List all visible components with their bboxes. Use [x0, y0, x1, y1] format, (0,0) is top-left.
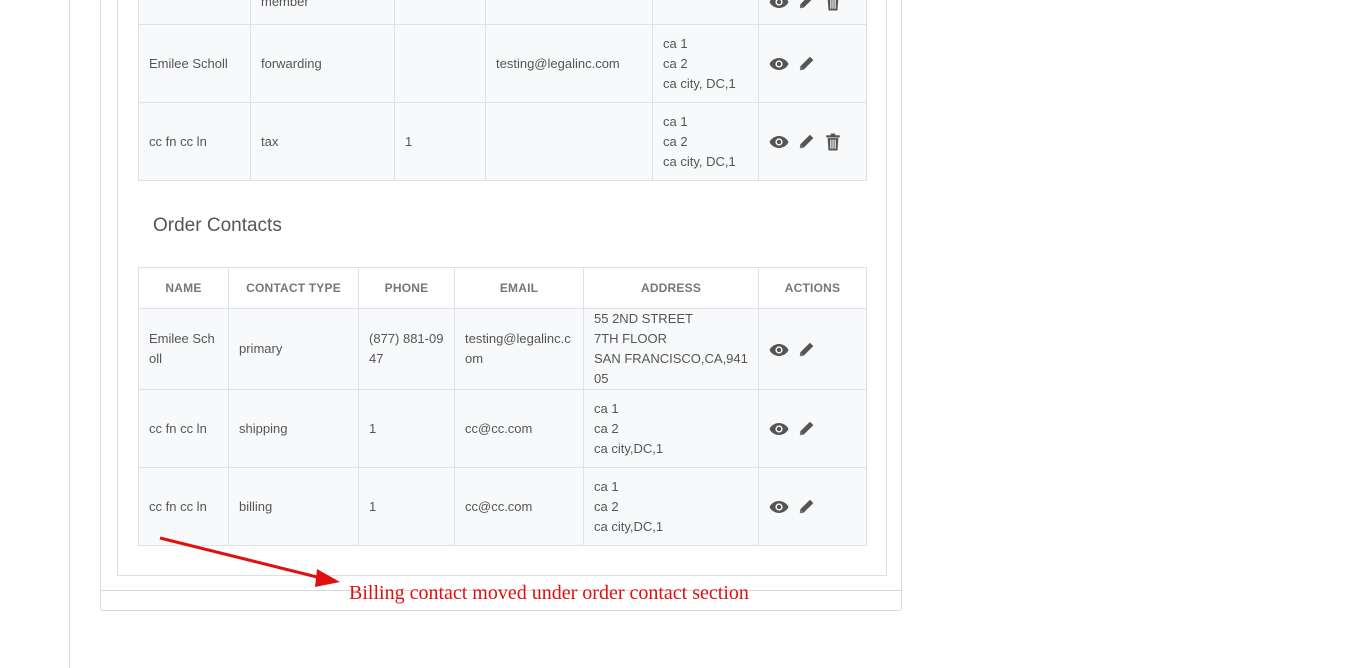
- address-line: ca 2: [594, 420, 619, 436]
- contact-type-cell: member: [250, 0, 395, 25]
- edit-icon[interactable]: [796, 0, 816, 11]
- address-line: ca 2: [663, 55, 688, 71]
- contact-email-cell: testing@legalinc.com: [454, 308, 584, 390]
- contact-type-cell: primary: [228, 308, 359, 390]
- address-line: ca 2: [663, 133, 688, 149]
- edit-icon[interactable]: [796, 55, 816, 73]
- address-line: 7TH FLOOR: [594, 331, 667, 346]
- edit-icon[interactable]: [796, 341, 816, 359]
- table-row: Emilee Scholl primary (877) 881-0947 testin…: [138, 308, 867, 390]
- contact-actions-cell: [758, 467, 867, 546]
- contact-phone-cell: 1: [358, 389, 455, 468]
- column-header-contact-type[interactable]: CONTACT TYPE: [228, 267, 359, 309]
- edit-icon[interactable]: [796, 133, 816, 151]
- contact-address-cell: [652, 0, 759, 25]
- contact-email-cell: cc@cc.com: [454, 389, 584, 468]
- contact-name-cell: Emilee Scholl: [138, 24, 251, 103]
- contact-phone-cell: (877) 881-0947: [358, 308, 455, 390]
- column-header-email[interactable]: EMAIL: [454, 267, 584, 309]
- order-contacts-table: NAME CONTACT TYPE PHONE EMAIL ADDRESS AC…: [138, 267, 867, 546]
- contact-address-cell: ca 1 ca 2 ca city, DC,1: [652, 102, 759, 181]
- contact-phone-cell: [394, 24, 486, 103]
- contact-phone-cell: [394, 0, 486, 25]
- contact-address-cell: ca 1 ca 2 ca city, DC,1: [652, 24, 759, 103]
- address-line: ca city,DC,1: [594, 518, 664, 534]
- address-line: ca 1: [594, 478, 619, 494]
- column-header-name[interactable]: NAME: [138, 267, 229, 309]
- address-line: ca 1: [594, 400, 619, 416]
- contact-name-cell: cc fn cc ln: [138, 389, 229, 468]
- page-left-rule: [69, 0, 70, 668]
- view-icon[interactable]: [769, 55, 789, 73]
- contact-actions-cell: [758, 24, 867, 103]
- view-icon[interactable]: [769, 341, 789, 359]
- view-icon[interactable]: [769, 420, 789, 438]
- contact-actions-cell: [758, 102, 867, 181]
- table-row: Emilee Scholl forwarding testing@legalinc.…: [138, 24, 867, 103]
- table-row: member: [138, 0, 867, 25]
- view-icon[interactable]: [769, 0, 789, 11]
- contact-type-cell: shipping: [228, 389, 359, 468]
- table-header-row: NAME CONTACT TYPE PHONE EMAIL ADDRESS AC…: [138, 267, 867, 309]
- contact-email-cell: testing@legalinc.com: [485, 24, 653, 103]
- contact-type-cell: tax: [250, 102, 395, 181]
- table-row: cc fn cc ln tax 1 ca 1 ca 2 ca city, DC,1: [138, 102, 867, 181]
- annotation-text: Billing contact moved under order contac…: [349, 582, 749, 604]
- contact-address-cell: ca 1 ca 2 ca city,DC,1: [583, 467, 759, 546]
- view-icon[interactable]: [769, 133, 789, 151]
- contact-email-cell: [485, 102, 653, 181]
- contact-phone-cell: 1: [358, 467, 455, 546]
- address-line: SAN FRANCISCO,CA,94105: [594, 351, 748, 386]
- contact-type-cell: forwarding: [250, 24, 395, 103]
- contact-actions-cell: [758, 389, 867, 468]
- contact-phone-cell: 1: [394, 102, 486, 181]
- address-line: 55 2ND STREET: [594, 311, 693, 326]
- address-line: ca city,DC,1: [594, 440, 664, 456]
- contact-address-cell: ca 1 ca 2 ca city,DC,1: [583, 389, 759, 468]
- delete-icon[interactable]: [823, 133, 843, 151]
- contacts-table: member Emilee Scholl forwarding testing@leg…: [138, 0, 867, 181]
- contact-email-cell: [485, 0, 653, 25]
- annotation-arrow: [159, 536, 340, 587]
- address-line: ca 1: [663, 35, 688, 51]
- address-line: ca 1: [663, 113, 688, 129]
- contact-email-cell: cc@cc.com: [454, 467, 584, 546]
- contact-name-cell: [138, 0, 251, 25]
- contact-address-cell: 55 2ND STREET 7TH FLOOR SAN FRANCISCO,CA,9…: [583, 308, 759, 390]
- view-icon[interactable]: [769, 498, 789, 516]
- order-contacts-title: Order Contacts: [153, 215, 282, 236]
- edit-icon[interactable]: [796, 420, 816, 438]
- address-line: ca city, DC,1: [663, 75, 736, 91]
- table-row: cc fn cc ln shipping 1 cc@cc.com ca 1 ca 2 ca …: [138, 389, 867, 468]
- contact-actions-cell: [758, 308, 867, 390]
- contact-actions-cell: [758, 0, 867, 25]
- column-header-phone[interactable]: PHONE: [358, 267, 455, 309]
- address-line: ca city, DC,1: [663, 153, 736, 169]
- address-line: ca 2: [594, 498, 619, 514]
- contact-name-cell: cc fn cc ln: [138, 102, 251, 181]
- delete-icon[interactable]: [823, 0, 843, 11]
- contact-name-cell: Emilee Scholl: [138, 308, 229, 390]
- edit-icon[interactable]: [796, 498, 816, 516]
- column-header-actions: ACTIONS: [758, 267, 867, 309]
- column-header-address[interactable]: ADDRESS: [583, 267, 759, 309]
